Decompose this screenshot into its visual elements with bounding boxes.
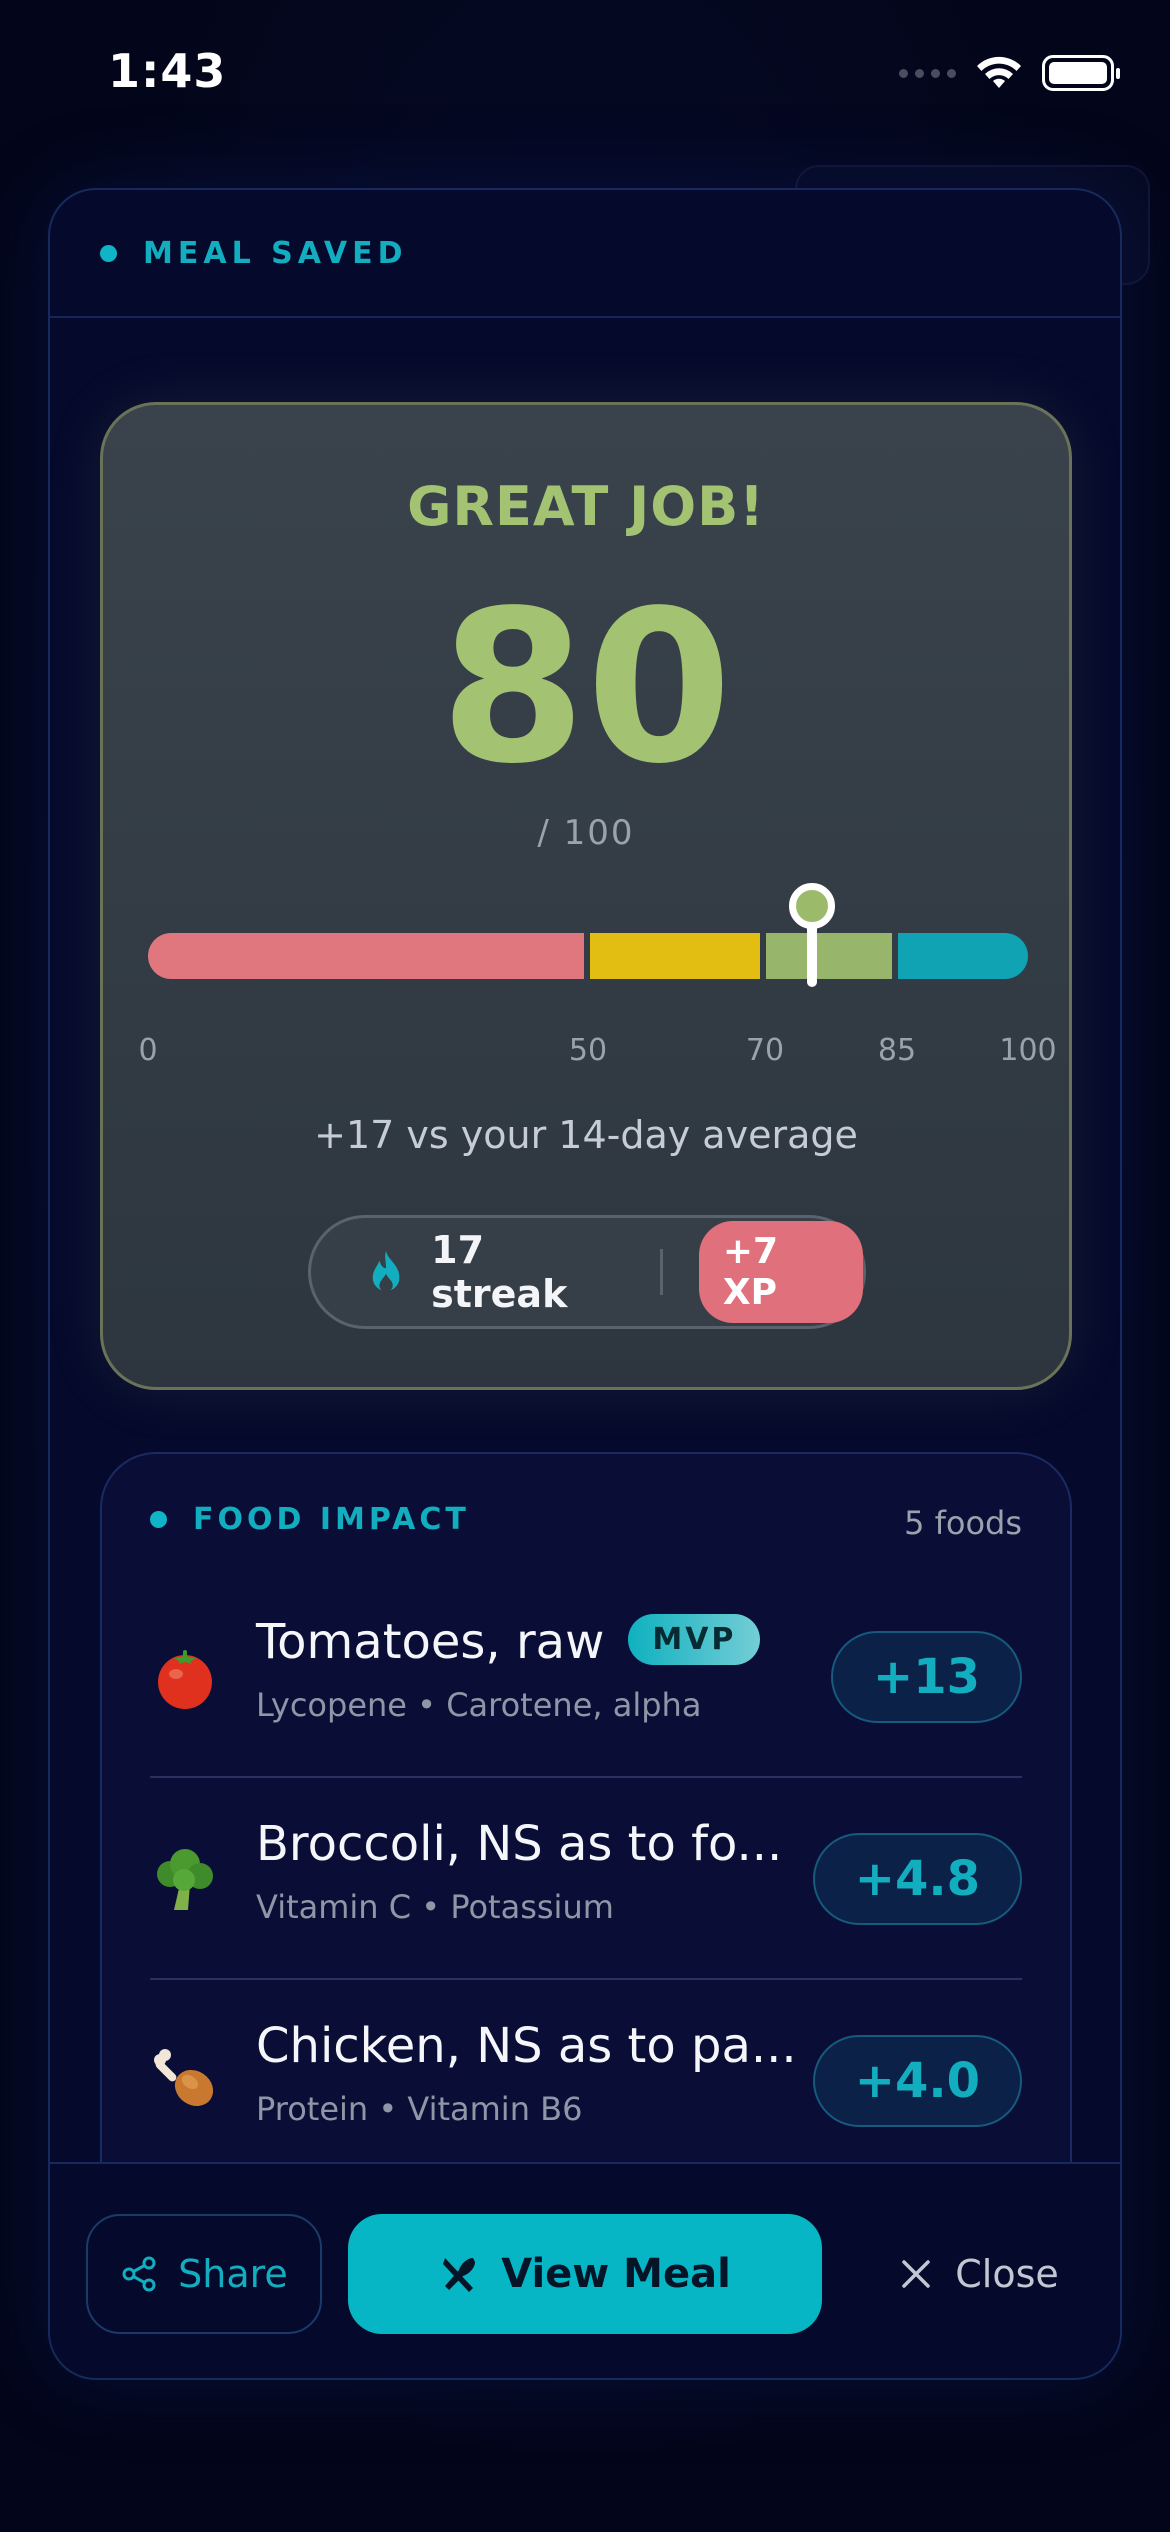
- food-name: Tomatoes, raw MVP: [256, 1613, 761, 1671]
- tick-label: 100: [999, 1033, 1057, 1068]
- food-row[interactable]: Broccoli, NS as to fo... Vitamin C • Pot…: [150, 1780, 1022, 1980]
- score-segment-excellent: [898, 933, 1028, 979]
- food-nutrients: Lycopene • Carotene, alpha: [256, 1686, 702, 1724]
- cellular-signal-icon: [899, 68, 956, 78]
- score-card: GREAT JOB! 80 / 100 0 50 70 85 100 +17 v…: [100, 402, 1072, 1390]
- modal-footer: Share View Meal Close: [50, 2162, 1120, 2378]
- section-dot: [150, 1511, 167, 1528]
- mvp-badge: MVP: [628, 1613, 761, 1665]
- xp-badge: +7 XP: [698, 1221, 863, 1323]
- wifi-icon: [977, 56, 1021, 88]
- score-headline: GREAT JOB!: [407, 475, 765, 538]
- status-icons: [899, 54, 1120, 92]
- score-max: / 100: [537, 813, 635, 853]
- food-count: 5 foods: [904, 1504, 1022, 1542]
- broccoli-icon: [157, 1849, 213, 1910]
- tick-label: 85: [877, 1033, 917, 1068]
- average-comparison: +17 vs your 14-day average: [314, 1113, 858, 1157]
- food-impact-header: FOOD IMPACT: [150, 1502, 470, 1537]
- status-dot: [100, 244, 117, 262]
- tick-label: 0: [138, 1033, 158, 1068]
- food-name: Broccoli, NS as to fo...: [256, 1816, 783, 1872]
- score-bar: [148, 933, 1028, 979]
- food-row[interactable]: Chicken, NS as to pa... Protein • Vitami…: [150, 1982, 1022, 2182]
- share-label: Share: [178, 2252, 288, 2296]
- share-button[interactable]: Share: [86, 2214, 322, 2334]
- close-icon: [902, 2260, 930, 2288]
- food-impact-title: FOOD IMPACT: [193, 1502, 470, 1537]
- food-name: Chicken, NS as to pa...: [256, 2018, 797, 2074]
- score-value: 80: [439, 565, 733, 810]
- close-button[interactable]: Close: [880, 2214, 1080, 2334]
- modal-header: MEAL SAVED: [50, 190, 1120, 318]
- tomato-icon: [158, 1650, 212, 1709]
- food-name-text: Tomatoes, raw: [256, 1614, 605, 1670]
- screen: 1:43 MEAL SAVED GREAT JOB! 80 / 100 0 50…: [0, 0, 1170, 2532]
- close-label: Close: [955, 2252, 1059, 2296]
- score-segment-good: [766, 933, 892, 979]
- meal-saved-modal: MEAL SAVED GREAT JOB! 80 / 100 0 50 70 8…: [48, 188, 1122, 2380]
- chicken-leg-icon: [154, 2049, 214, 2107]
- food-nutrients: Vitamin C • Potassium: [256, 1888, 614, 1926]
- flame-icon: [372, 1251, 400, 1293]
- score-segment-fair: [590, 933, 760, 979]
- tick-label: 70: [745, 1033, 785, 1068]
- streak-label: 17 streak: [431, 1228, 568, 1316]
- streak-pill: 17 streak +7 XP: [308, 1215, 866, 1329]
- battery-icon: [1042, 55, 1120, 91]
- food-score-delta: +13: [830, 1631, 1022, 1723]
- score-segment-poor: [148, 933, 584, 979]
- score-marker: [789, 883, 835, 929]
- food-score-delta: +4.8: [812, 1833, 1022, 1925]
- view-meal-button[interactable]: View Meal: [348, 2214, 822, 2334]
- status-time: 1:43: [108, 44, 227, 98]
- share-icon: [122, 2256, 156, 2292]
- utensils-icon: [443, 2258, 476, 2292]
- modal-title: MEAL SAVED: [143, 235, 408, 271]
- food-score-delta: +4.0: [812, 2035, 1022, 2127]
- view-meal-label: View Meal: [501, 2251, 731, 2297]
- pill-divider: [659, 1249, 663, 1295]
- food-row[interactable]: Tomatoes, raw MVP Lycopene • Carotene, al…: [150, 1578, 1022, 1778]
- tick-label: 50: [568, 1033, 608, 1068]
- food-nutrients: Protein • Vitamin B6: [256, 2090, 583, 2128]
